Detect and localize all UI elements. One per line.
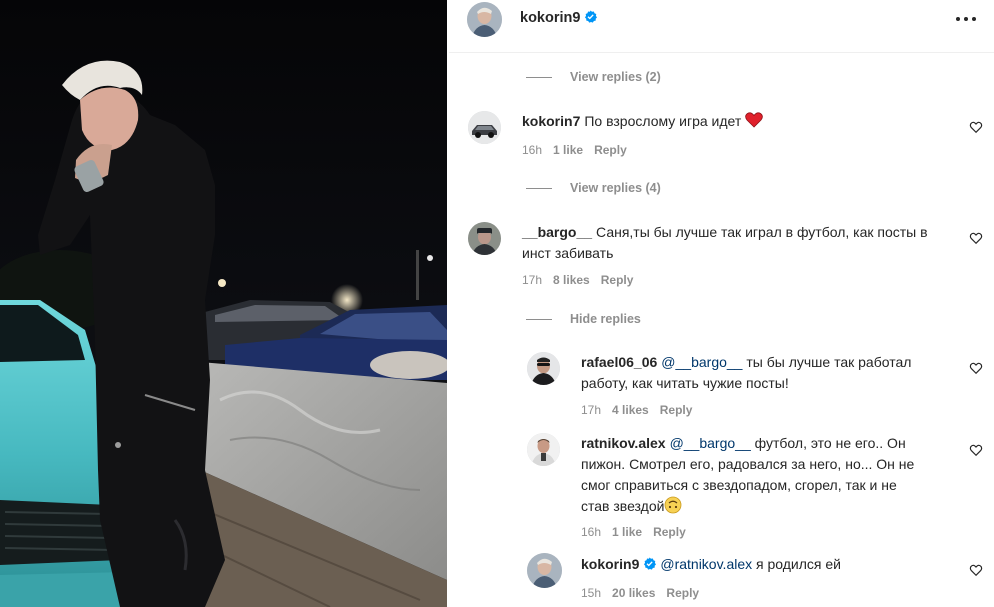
profile-photo-icon	[467, 2, 502, 37]
post-photo[interactable]	[0, 0, 447, 607]
reply-meta: 15h 20 likes Reply	[581, 586, 710, 600]
comment-time: 16h	[522, 143, 543, 157]
hide-replies-label[interactable]: Hide replies	[570, 312, 641, 326]
reply-body: смог справиться с звездопадом, сгорел, т…	[581, 477, 897, 493]
replier-username[interactable]: ratnikov.alex	[581, 435, 666, 451]
reply-likes[interactable]: 4 likes	[612, 403, 649, 417]
car-photo-icon	[468, 111, 501, 144]
commenter-avatar[interactable]	[468, 222, 501, 255]
replier-avatar[interactable]	[527, 433, 560, 466]
comment-time: 17h	[522, 273, 543, 287]
upside-down-face-emoji-icon	[665, 496, 682, 514]
comments-panel: kokorin9 View replies (2) kokorin7 По взр…	[449, 0, 994, 607]
like-heart-icon[interactable]	[969, 120, 983, 134]
comment-body: Саня,ты бы лучше так играл в футбол, как…	[596, 224, 928, 240]
reply-meta: 16h 1 like Reply	[581, 525, 697, 539]
reply-button[interactable]: Reply	[594, 143, 627, 157]
profile-photo-icon	[527, 433, 560, 466]
comment-likes[interactable]: 1 like	[553, 143, 583, 157]
reply-button[interactable]: Reply	[653, 525, 686, 539]
reply-text: kokorin9 @ratnikov.alex я родился ей	[581, 554, 841, 575]
profile-photo-icon	[527, 553, 562, 588]
mention-link[interactable]: @ratnikov.alex	[660, 556, 752, 572]
reply-body: став звездой	[581, 498, 665, 514]
mention-link[interactable]: @__bargo__	[661, 354, 742, 370]
verified-badge-icon	[644, 557, 657, 570]
comment-body: инст забивать	[522, 245, 614, 261]
hide-replies-button[interactable]: Hide replies	[526, 312, 641, 326]
commenter-username[interactable]: __bargo__	[522, 224, 592, 240]
like-heart-icon[interactable]	[969, 443, 983, 457]
replier-username[interactable]: kokorin9	[581, 556, 639, 572]
comment-text: __bargo__ Саня,ты бы лучше так играл в фу…	[522, 222, 962, 264]
replier-avatar[interactable]	[527, 553, 562, 588]
reply-body: ты бы лучше так работал	[746, 354, 912, 370]
like-heart-icon[interactable]	[969, 563, 983, 577]
commenter-username[interactable]: kokorin7	[522, 113, 580, 129]
reply-likes[interactable]: 20 likes	[612, 586, 655, 600]
reply-body: работу, как читать чужие посты!	[581, 375, 789, 391]
reply-body: пижон. Смотрел его, радовался за него, н…	[581, 456, 915, 472]
view-replies-label[interactable]: View replies (2)	[570, 70, 661, 84]
commenter-avatar[interactable]	[468, 111, 501, 144]
replier-avatar[interactable]	[527, 352, 560, 385]
divider-line	[526, 188, 552, 190]
verified-badge-icon	[585, 10, 598, 23]
reply-button[interactable]: Reply	[601, 273, 634, 287]
post-image	[0, 0, 447, 607]
comment-body: По взрослому игра идет	[584, 113, 742, 129]
divider-line	[526, 319, 552, 321]
profile-photo-icon	[527, 352, 560, 385]
reply-text: ratnikov.alex @__bargo__ футбол, это не е…	[581, 433, 971, 517]
profile-photo-icon	[468, 222, 501, 255]
more-options-icon[interactable]	[956, 14, 976, 24]
post-header: kokorin9	[449, 0, 994, 53]
mention-link[interactable]: @__bargo__	[670, 435, 751, 451]
view-replies-label[interactable]: View replies (4)	[570, 181, 661, 195]
reply-time: 16h	[581, 525, 602, 539]
comment-meta: 17h 8 likes Reply	[522, 273, 644, 287]
reply-likes[interactable]: 1 like	[612, 525, 642, 539]
author-avatar[interactable]	[467, 2, 502, 37]
reply-meta: 17h 4 likes Reply	[581, 403, 703, 417]
author-username[interactable]: kokorin9	[520, 10, 598, 26]
view-replies-button[interactable]: View replies (4)	[526, 181, 661, 195]
reply-text: rafael06_06 @__bargo__ ты бы лучше так ра…	[581, 352, 961, 394]
reply-time: 15h	[581, 586, 602, 600]
replier-username[interactable]: rafael06_06	[581, 354, 657, 370]
like-heart-icon[interactable]	[969, 361, 983, 375]
author-username-text[interactable]: kokorin9	[520, 10, 580, 26]
comment-text: kokorin7 По взрослому игра идет	[522, 111, 763, 132]
reply-body: я родился ей	[756, 556, 841, 572]
reply-body: футбол, это не его.. Он	[754, 435, 906, 451]
like-heart-icon[interactable]	[969, 231, 983, 245]
reply-button[interactable]: Reply	[666, 586, 699, 600]
comment-likes[interactable]: 8 likes	[553, 273, 590, 287]
view-replies-button[interactable]: View replies (2)	[526, 70, 661, 84]
reply-time: 17h	[581, 403, 602, 417]
red-heart-emoji-icon	[745, 112, 763, 128]
comment-meta: 16h 1 like Reply	[522, 143, 638, 157]
reply-button[interactable]: Reply	[660, 403, 693, 417]
divider-line	[526, 77, 552, 79]
